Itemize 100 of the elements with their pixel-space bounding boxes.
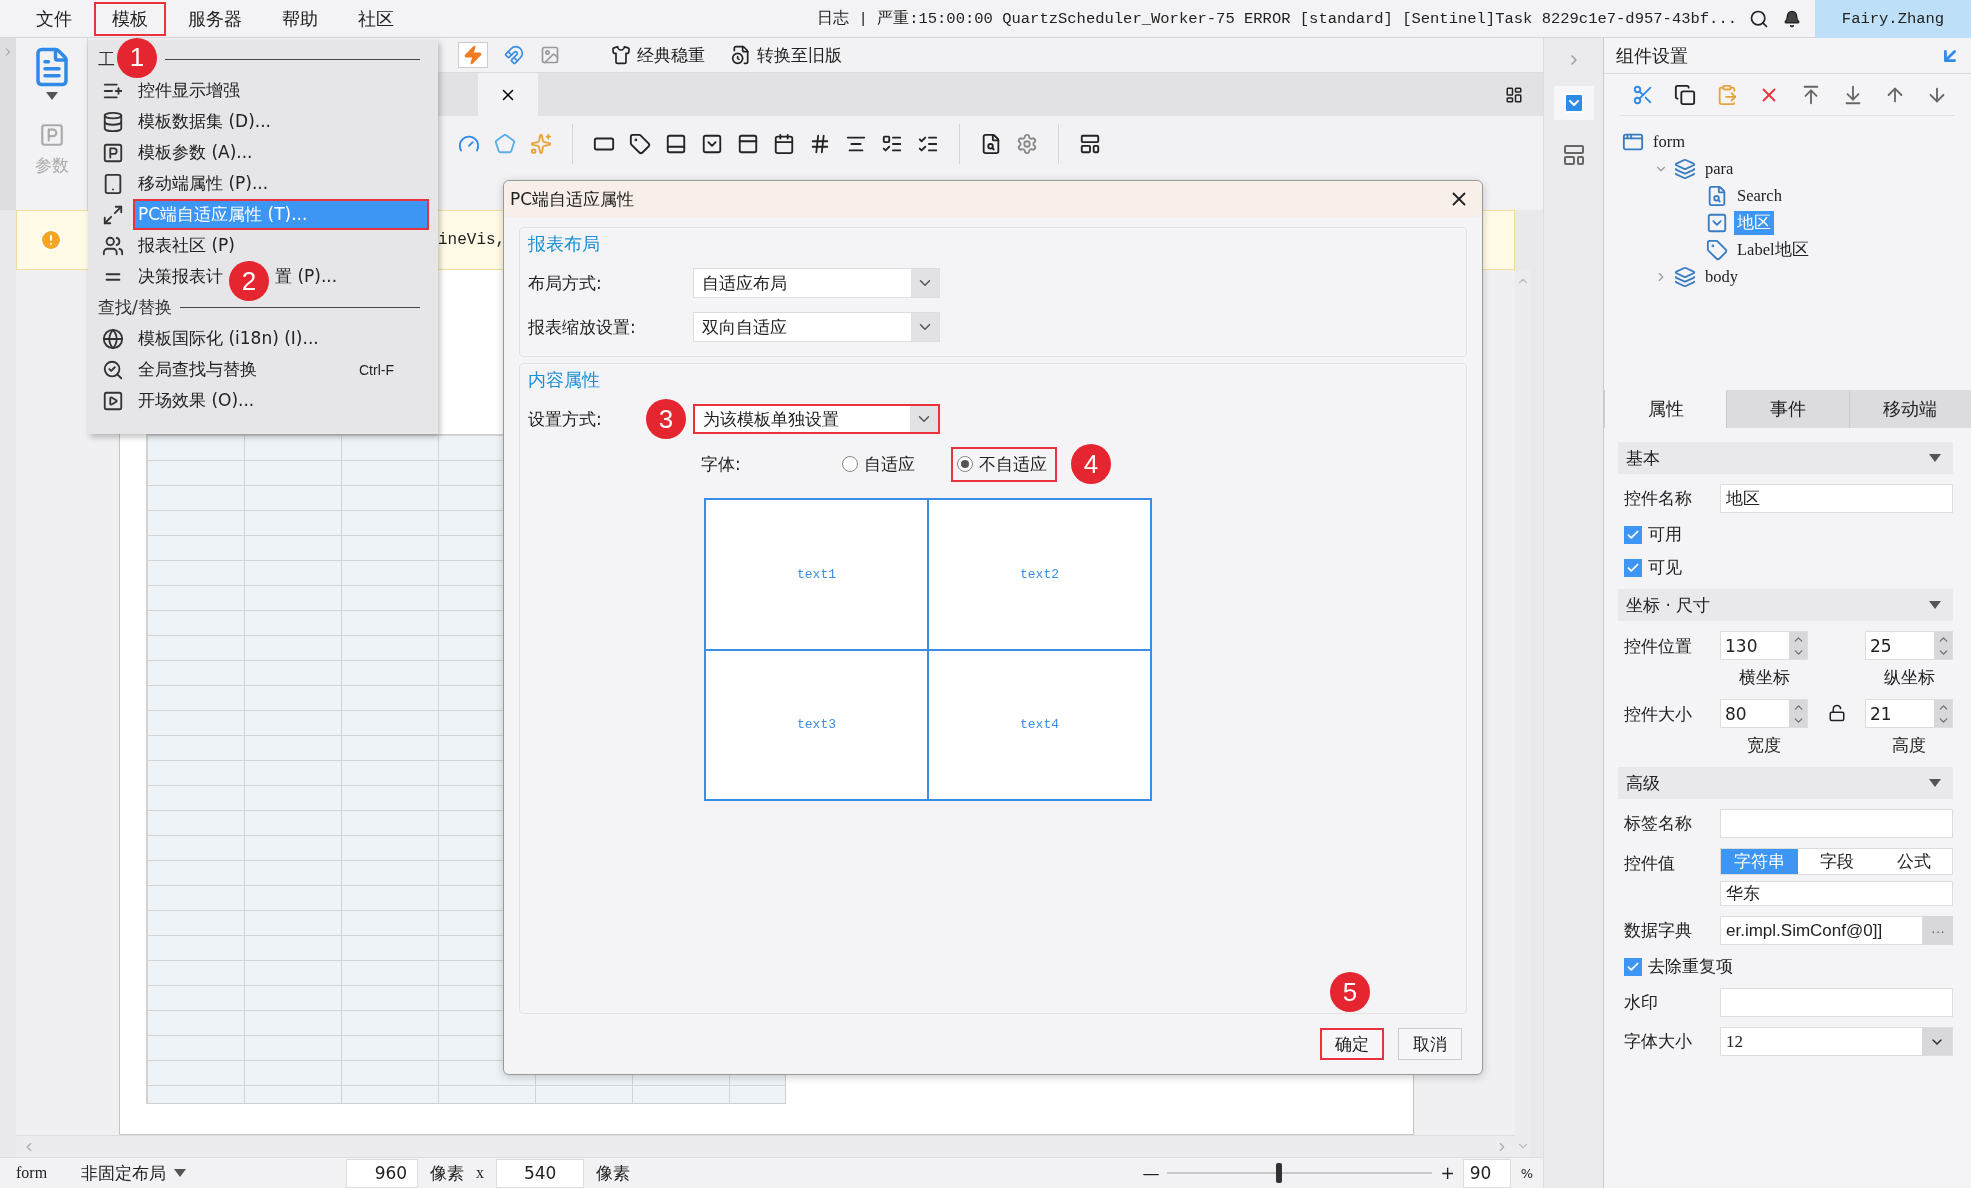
select-field[interactable]: 自适应布局 bbox=[693, 268, 940, 298]
width-field[interactable]: 960 bbox=[346, 1158, 419, 1188]
settings-icon[interactable] bbox=[1016, 133, 1038, 155]
layout-icon[interactable] bbox=[1505, 85, 1523, 104]
tree-item[interactable]: Label地区 bbox=[1734, 237, 1812, 262]
radio-button[interactable] bbox=[957, 456, 973, 472]
radio-option[interactable]: 不自适应 bbox=[953, 448, 1055, 480]
calendar-icon[interactable] bbox=[773, 133, 795, 155]
menu-item[interactable]: 开场效果 (O)... bbox=[134, 386, 259, 415]
field-label: 控件位置 bbox=[1624, 635, 1693, 658]
zoom-out-button[interactable]: — bbox=[1142, 1163, 1160, 1183]
text-field[interactable] bbox=[1720, 809, 1953, 838]
menu-item[interactable]: 帮助 bbox=[264, 1, 336, 36]
unit-label: 像素 bbox=[596, 1161, 631, 1185]
text-field[interactable]: er.impl.SimConf@0]] bbox=[1720, 916, 1923, 945]
height-field[interactable]: 540 bbox=[496, 1158, 585, 1188]
preview-cell: text3 bbox=[705, 649, 928, 800]
layout-icon[interactable] bbox=[1079, 133, 1101, 155]
more-button[interactable]: ··· bbox=[1923, 916, 1953, 945]
copy-icon[interactable] bbox=[1674, 83, 1696, 106]
hash-icon[interactable] bbox=[809, 133, 831, 155]
field-label: 数据字典 bbox=[1624, 919, 1693, 942]
file-search-icon[interactable] bbox=[980, 133, 1002, 155]
tree-item[interactable]: Search bbox=[1734, 184, 1785, 207]
tool-button[interactable] bbox=[458, 42, 488, 68]
unlock-icon[interactable] bbox=[1827, 704, 1846, 722]
menu-item[interactable]: 置 (P)... bbox=[271, 262, 342, 291]
panel-tab[interactable]: 事件 bbox=[1726, 390, 1849, 428]
select-field[interactable]: 12 bbox=[1720, 1027, 1953, 1056]
menu-item[interactable]: 全局查找与替换 Ctrl-F bbox=[134, 355, 428, 384]
radio-option[interactable]: 自适应 bbox=[838, 448, 923, 480]
checkbox-label: 去除重复项 bbox=[1648, 955, 1733, 978]
caret-icon[interactable] bbox=[1929, 454, 1941, 462]
strip-tab[interactable] bbox=[1553, 86, 1594, 120]
caret-icon[interactable] bbox=[1929, 779, 1941, 787]
user-name[interactable]: Fairy.Zhang bbox=[1815, 0, 1971, 38]
checkbox[interactable] bbox=[1624, 525, 1642, 544]
menu-item[interactable]: 服务器 bbox=[170, 1, 260, 36]
menu-item[interactable]: 模板参数 (A)... bbox=[134, 138, 257, 167]
text-field[interactable] bbox=[1720, 988, 1953, 1017]
zoom-in-button[interactable]: + bbox=[1440, 1163, 1455, 1183]
cut-icon[interactable] bbox=[1632, 83, 1654, 106]
number-spinner[interactable]: 130 bbox=[1720, 631, 1808, 660]
tree-item[interactable]: form bbox=[1650, 130, 1689, 153]
group-header[interactable]: 高级 bbox=[1618, 767, 1953, 799]
checkbox[interactable] bbox=[1624, 558, 1642, 577]
caret-icon[interactable] bbox=[174, 1169, 187, 1177]
dropdown-icon[interactable] bbox=[701, 133, 723, 155]
menu-item[interactable]: 报表社区 (P) bbox=[134, 231, 239, 260]
menu-item[interactable]: 文件 bbox=[18, 1, 90, 36]
panel-icon[interactable] bbox=[665, 133, 687, 155]
group-header[interactable]: 基本 bbox=[1618, 442, 1953, 474]
checkbox[interactable] bbox=[1624, 957, 1642, 976]
menu-item[interactable]: 模板 bbox=[94, 1, 166, 36]
tag-icon[interactable] bbox=[629, 133, 651, 155]
text-field[interactable]: 地区 bbox=[1720, 484, 1953, 513]
section-title: 内容属性 bbox=[528, 368, 601, 392]
number-spinner[interactable]: 21 bbox=[1865, 699, 1953, 728]
radio-button[interactable] bbox=[842, 456, 858, 472]
slider-thumb[interactable] bbox=[1275, 1163, 1282, 1183]
text-field[interactable]: 华东 bbox=[1720, 881, 1953, 906]
select-field[interactable]: 为该模板单独设置 bbox=[693, 404, 940, 434]
close-tab-button[interactable] bbox=[478, 73, 538, 116]
menu-item[interactable]: 社区 bbox=[340, 1, 412, 36]
sparkles-icon[interactable] bbox=[530, 133, 552, 155]
field-label: 标签名称 bbox=[1624, 812, 1693, 835]
play-icon bbox=[102, 389, 124, 412]
select-field[interactable]: 双向自适应 bbox=[693, 312, 940, 342]
search-icon[interactable] bbox=[1749, 8, 1769, 29]
panel-tab[interactable]: 移动端 bbox=[1848, 390, 1971, 428]
menu-item[interactable]: 移动端属性 (P)... bbox=[134, 169, 273, 198]
image-icon[interactable] bbox=[540, 45, 560, 65]
preview-cell: text4 bbox=[928, 649, 1151, 800]
pentagon-icon[interactable] bbox=[494, 133, 516, 155]
magnet-icon[interactable] bbox=[504, 45, 524, 65]
dialog-button[interactable]: 取消 bbox=[1398, 1028, 1462, 1060]
paste-icon[interactable] bbox=[1716, 83, 1738, 106]
log-message[interactable]: 日志 | 严重:15:00:00 QuartzScheduler_Worker-75 ERROR [standard] [Sentinel]Task 8229c1e7-d957-43bf... bbox=[817, 8, 1737, 29]
menu-item[interactable]: 控件显示增强 bbox=[134, 76, 244, 105]
zoom-field[interactable]: 90 bbox=[1462, 1158, 1511, 1188]
menu-item[interactable]: 决策报表计 bbox=[134, 262, 227, 291]
number-spinner[interactable]: 25 bbox=[1865, 631, 1953, 660]
tree-item[interactable]: body bbox=[1702, 265, 1741, 288]
layout-dropdown[interactable]: 非固定布局 bbox=[81, 1161, 167, 1185]
group-header[interactable]: 坐标 · 尺寸 bbox=[1618, 589, 1953, 621]
menu-item[interactable]: 模板国际化 (i18n) (I)... bbox=[134, 324, 323, 353]
panel-title: 组件设置 bbox=[1616, 43, 1688, 68]
caret-icon[interactable] bbox=[1929, 601, 1941, 609]
convert-button[interactable]: 转换至旧版 bbox=[726, 40, 847, 70]
theme-button[interactable]: 经典稳重 bbox=[606, 40, 710, 70]
panel-icon[interactable] bbox=[737, 133, 759, 155]
caret-icon[interactable] bbox=[45, 92, 58, 100]
bell-icon[interactable] bbox=[1783, 9, 1801, 28]
dialog-button[interactable]: 确定 bbox=[1320, 1028, 1384, 1060]
parking-p-icon[interactable] bbox=[38, 122, 65, 148]
tablet-icon bbox=[102, 172, 124, 195]
number-spinner[interactable]: 80 bbox=[1720, 699, 1808, 728]
tool-label: 参数 bbox=[34, 154, 69, 177]
menu-item[interactable]: 模板数据集 (D)... bbox=[134, 107, 275, 136]
tree-item[interactable]: para bbox=[1702, 157, 1737, 180]
